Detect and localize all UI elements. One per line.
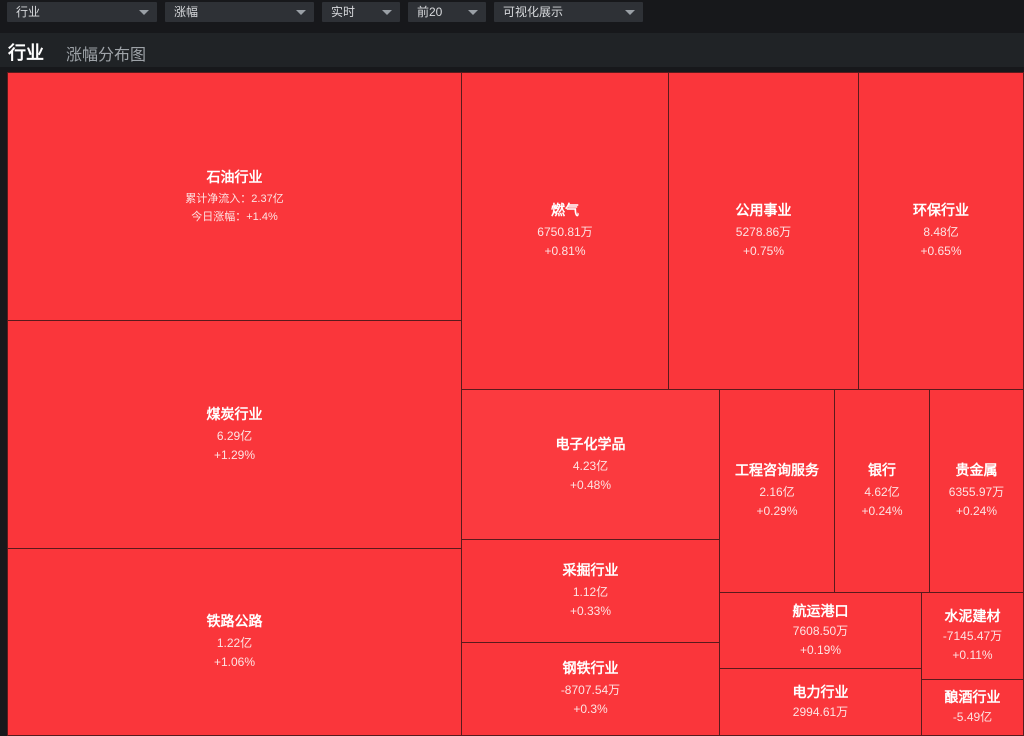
cell-name: 贵金属 — [955, 462, 998, 478]
cell-name: 电力行业 — [792, 683, 849, 700]
cell-inflow: -5.49亿 — [952, 710, 993, 724]
treemap-cell-bank[interactable]: 银行 4.62亿 +0.24% — [834, 389, 930, 593]
cell-name: 燃气 — [551, 202, 579, 218]
cell-inflow: 1.12亿 — [572, 585, 609, 599]
cell-name: 采掘行业 — [562, 562, 619, 578]
cell-change: +0.33% — [569, 604, 612, 618]
view-dropdown-value: 可视化展示 — [503, 5, 564, 19]
cell-change: +0.75% — [742, 244, 785, 258]
cell-name: 银行 — [868, 462, 896, 478]
cell-change: +1.29% — [213, 447, 256, 462]
cell-change: +0.29% — [756, 504, 798, 518]
treemap-cell-power[interactable]: 电力行业 2994.61万 — [719, 668, 922, 736]
cell-change: +0.24% — [861, 504, 903, 518]
cell-change: +0.81% — [544, 244, 586, 258]
cell-change: +0.65% — [920, 244, 962, 258]
cell-name: 电子化学品 — [555, 435, 626, 452]
cell-name: 水泥建材 — [944, 608, 1001, 624]
treemap-cell-electronic-chemicals[interactable]: 电子化学品 4.23亿 +0.48% — [461, 389, 720, 540]
cell-change: +0.11% — [952, 648, 993, 662]
cell-inflow: 2.16亿 — [759, 485, 795, 499]
filter-bar: 行业 涨幅 实时 前20 可视化展示 — [0, 0, 1024, 26]
cell-change: 今日涨幅：+1.4% — [191, 210, 278, 223]
treemap-cell-liquor[interactable]: 酿酒行业 -5.49亿 — [921, 679, 1024, 736]
treemap-cell-mining[interactable]: 采掘行业 1.12亿 +0.33% — [461, 539, 720, 643]
cell-name: 公用事业 — [735, 202, 792, 218]
cell-inflow: 4.23亿 — [572, 458, 609, 473]
cell-inflow: -8707.54万 — [560, 683, 621, 697]
treemap-cell-gas[interactable]: 燃气 6750.81万 +0.81% — [461, 72, 669, 390]
treemap-cell-shipping-ports[interactable]: 航运港口 7608.50万 +0.19% — [719, 592, 922, 669]
cell-name: 煤炭行业 — [206, 405, 263, 422]
page-subtitle: 涨幅分布图 — [66, 47, 147, 64]
cell-change: +0.3% — [573, 702, 608, 716]
cell-name: 钢铁行业 — [562, 660, 619, 676]
treemap-cell-petroleum[interactable]: 石油行业 累计净流入：2.37亿 今日涨幅：+1.4% — [7, 72, 462, 321]
cell-inflow: 6.29亿 — [216, 428, 253, 443]
page-title: 行业 — [8, 43, 44, 63]
treemap-cell-cement[interactable]: 水泥建材 -7145.47万 +0.11% — [921, 592, 1024, 680]
chevron-down-icon — [296, 10, 306, 15]
cell-name: 石油行业 — [206, 168, 263, 185]
category-dropdown-value: 行业 — [16, 5, 41, 19]
cell-change: +0.19% — [799, 642, 842, 657]
cell-inflow: 7608.50万 — [792, 623, 849, 638]
cell-inflow: 累计净流入：2.37亿 — [185, 192, 284, 205]
chevron-down-icon — [139, 10, 149, 15]
chevron-down-icon — [625, 10, 635, 15]
cell-inflow: 6750.81万 — [537, 225, 593, 239]
metric-dropdown-value: 涨幅 — [174, 5, 199, 19]
cell-change: +1.06% — [213, 655, 256, 669]
topn-dropdown-value: 前20 — [417, 5, 443, 19]
cell-name: 酿酒行业 — [944, 689, 1001, 705]
industry-treemap: 石油行业 累计净流入：2.37亿 今日涨幅：+1.4% 煤炭行业 6.29亿 +… — [7, 72, 1024, 736]
treemap-cell-engineering-consulting[interactable]: 工程咨询服务 2.16亿 +0.29% — [719, 389, 835, 593]
cell-inflow: 5278.86万 — [735, 225, 792, 239]
cell-inflow: -7145.47万 — [942, 629, 1003, 643]
metric-dropdown[interactable]: 涨幅 — [165, 2, 314, 22]
cell-name: 航运港口 — [792, 602, 849, 619]
treemap-cell-utilities[interactable]: 公用事业 5278.86万 +0.75% — [668, 72, 859, 390]
view-dropdown[interactable]: 可视化展示 — [494, 2, 643, 22]
cell-name: 铁路公路 — [206, 613, 263, 629]
cell-inflow: 1.22亿 — [216, 636, 253, 650]
cell-name: 环保行业 — [913, 202, 969, 218]
treemap-cell-precious-metals[interactable]: 贵金属 6355.97万 +0.24% — [929, 389, 1024, 593]
cell-name: 工程咨询服务 — [735, 462, 819, 478]
category-dropdown[interactable]: 行业 — [7, 2, 157, 22]
treemap-cell-environmental[interactable]: 环保行业 8.48亿 +0.65% — [858, 72, 1024, 390]
chevron-down-icon — [382, 10, 392, 15]
treemap-cell-railway[interactable]: 铁路公路 1.22亿 +1.06% — [7, 548, 462, 736]
treemap-cell-steel[interactable]: 钢铁行业 -8707.54万 +0.3% — [461, 642, 720, 736]
chevron-down-icon — [468, 10, 478, 15]
cell-change: +0.48% — [569, 477, 612, 492]
treemap-cell-coal[interactable]: 煤炭行业 6.29亿 +1.29% — [7, 320, 462, 549]
topn-dropdown[interactable]: 前20 — [408, 2, 486, 22]
period-dropdown[interactable]: 实时 — [322, 2, 400, 22]
cell-inflow: 4.62亿 — [864, 485, 900, 499]
title-bar: 行业 涨幅分布图 — [0, 33, 1024, 67]
cell-inflow: 2994.61万 — [792, 704, 849, 719]
period-dropdown-value: 实时 — [331, 5, 356, 19]
cell-inflow: 6355.97万 — [948, 485, 1005, 499]
cell-inflow: 8.48亿 — [923, 225, 959, 239]
cell-change: +0.24% — [955, 504, 998, 518]
